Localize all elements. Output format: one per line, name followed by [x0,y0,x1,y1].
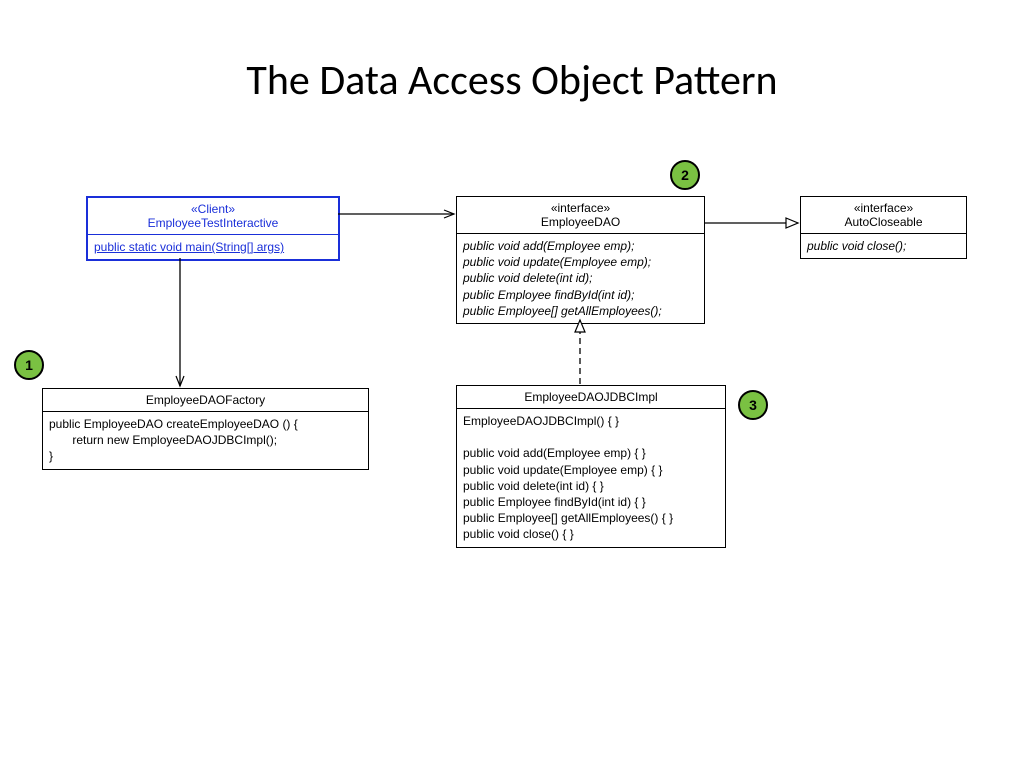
slide-title: The Data Access Object Pattern [0,55,1024,106]
class-name: AutoCloseable [807,215,960,229]
uml-class-employee-dao-jdbc-impl: EmployeeDAOJDBCImpl EmployeeDAOJDBCImpl(… [456,385,726,548]
class-name: EmployeeDAOJDBCImpl [463,390,719,404]
uml-class-employee-dao-factory: EmployeeDAOFactory public EmployeeDAO cr… [42,388,369,470]
uml-interface-autocloseable: «interface» AutoCloseable public void cl… [800,196,967,259]
uml-class-client: «Client» EmployeeTestInteractive public … [86,196,340,261]
annotation-badge-3: 3 [738,390,768,420]
class-body: public static void main(String[] args) [88,234,338,259]
uml-interface-employee-dao: «interface» EmployeeDAO public void add(… [456,196,705,324]
class-body: public EmployeeDAO createEmployeeDAO () … [43,411,368,469]
class-body: public void close(); [801,233,966,258]
class-body: EmployeeDAOJDBCImpl() { } public void ad… [457,408,725,547]
annotation-badge-1: 1 [14,350,44,380]
class-name: EmployeeDAO [463,215,698,229]
stereotype-label: «interface» [807,201,960,215]
stereotype-label: «Client» [94,202,332,216]
class-name: EmployeeDAOFactory [49,393,362,407]
class-body: public void add(Employee emp); public vo… [457,233,704,323]
annotation-badge-2: 2 [670,160,700,190]
stereotype-label: «interface» [463,201,698,215]
class-name: EmployeeTestInteractive [94,216,332,230]
uml-connectors [0,0,1024,768]
